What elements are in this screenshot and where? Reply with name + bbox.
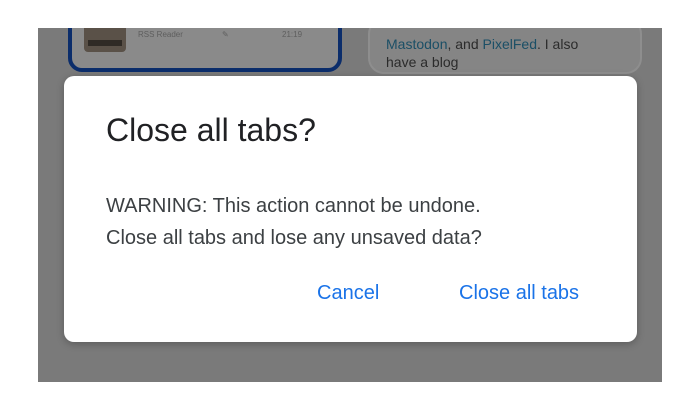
tab-time: 21:19 — [282, 30, 303, 39]
screen: ... RSS Reader ✎ 21:19 Mastodon, and Pix… — [0, 0, 700, 414]
dialog-message: WARNING: This action cannot be undone. C… — [106, 190, 606, 254]
snippet-joiner: , and — [447, 36, 483, 52]
close-all-tabs-button[interactable]: Close all tabs — [459, 282, 579, 305]
comment-icon: ✎ — [222, 30, 229, 39]
confirm-question-text: Close all tabs and lose any unsaved data… — [106, 227, 482, 249]
pixelfed-link: PixelFed — [482, 36, 537, 52]
tab-thumbnail — [84, 28, 126, 52]
dialog-title: Close all tabs? — [106, 112, 316, 148]
snippet-suffix: . I also — [536, 36, 579, 52]
tab-card-selected[interactable]: ... RSS Reader ✎ 21:19 — [68, 28, 342, 72]
warning-text: WARNING: This action cannot be undone. — [106, 195, 481, 217]
mastodon-link: Mastodon — [386, 36, 448, 52]
tab-source: RSS Reader — [138, 30, 183, 39]
tab-snippet: Mastodon, and PixelFed. I also — [386, 36, 578, 52]
tab-card[interactable]: Mastodon, and PixelFed. I also have a bl… — [368, 28, 642, 74]
cancel-button[interactable]: Cancel — [317, 282, 379, 305]
close-all-tabs-dialog: Close all tabs? WARNING: This action can… — [64, 76, 637, 342]
tab-snippet-line2: have a blog — [386, 54, 459, 70]
